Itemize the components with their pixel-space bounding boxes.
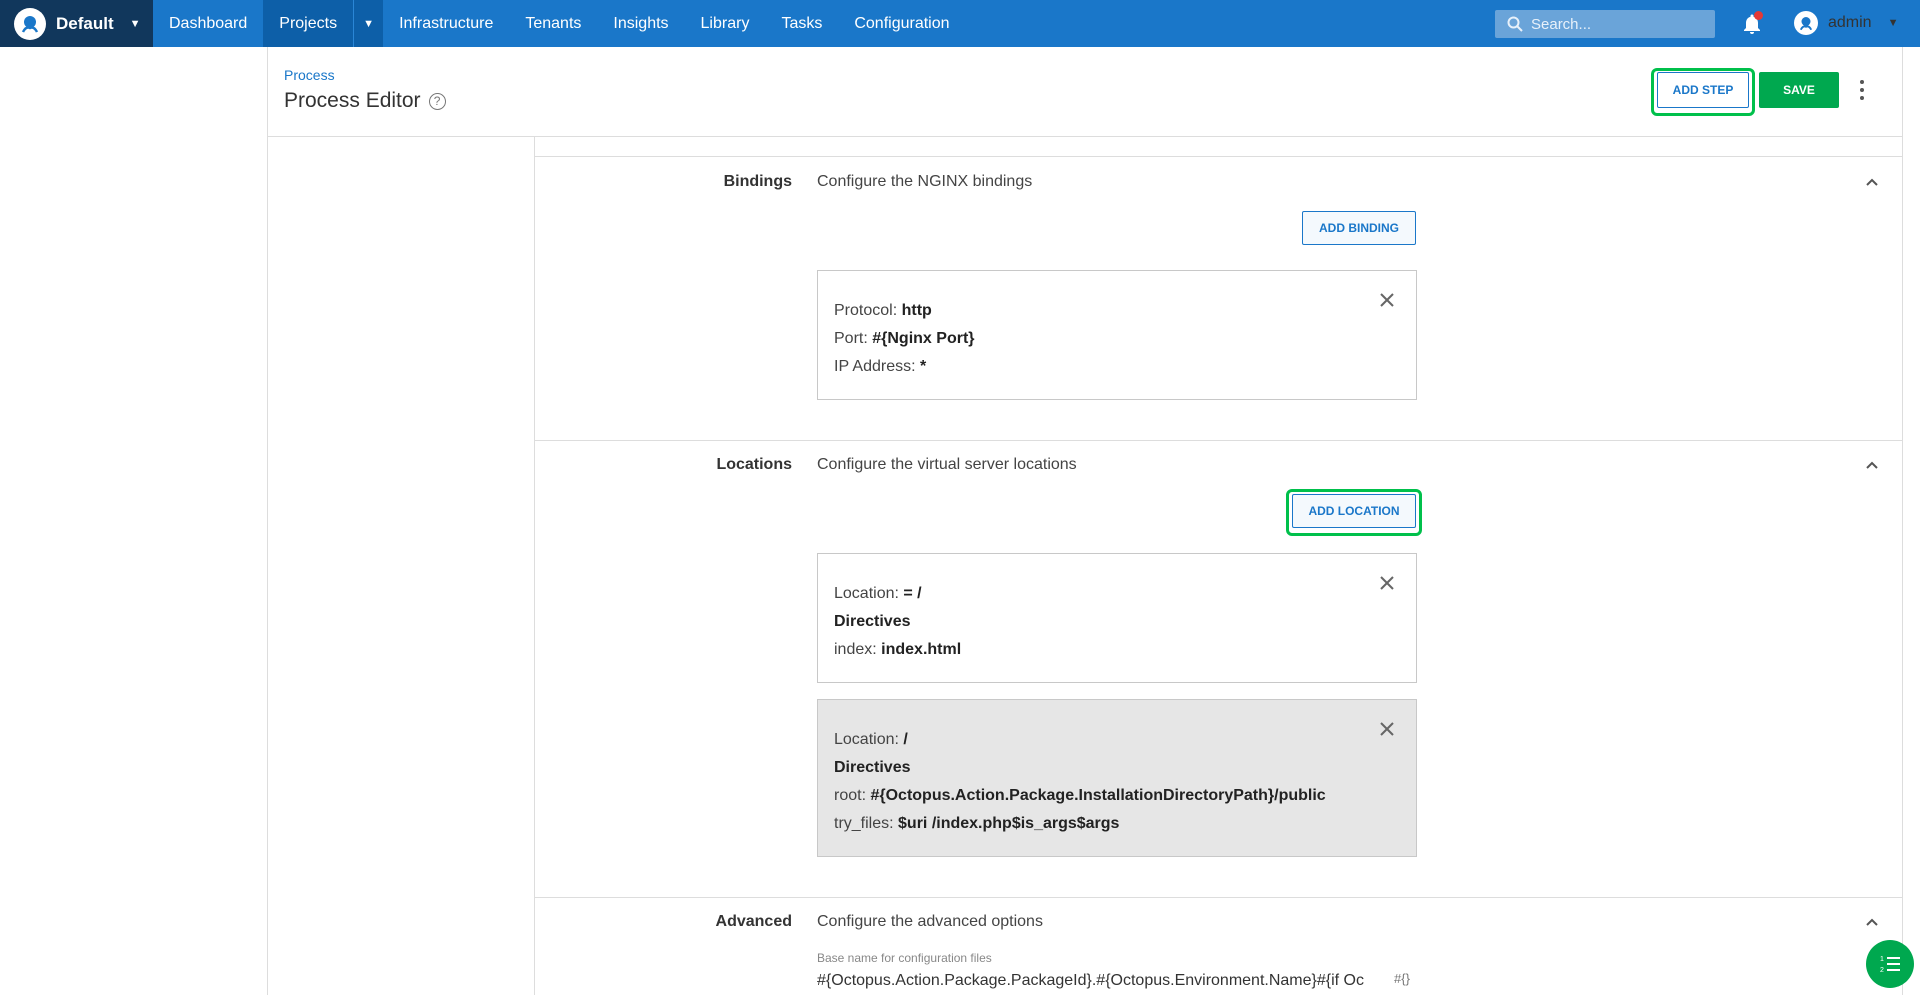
binding-protocol: Protocol: http xyxy=(834,302,932,319)
space-switcher[interactable]: Default ▼ xyxy=(0,0,153,47)
nav-tenants[interactable]: Tenants xyxy=(509,0,597,47)
directive-line: index: index.html xyxy=(834,641,962,658)
location-card[interactable]: Location: / Directives root: #{Octopus.A… xyxy=(817,699,1417,857)
directive-line: root: #{Octopus.Action.Package.Installat… xyxy=(834,787,1326,804)
more-options-icon[interactable] xyxy=(1855,78,1869,102)
advanced-label: Advanced xyxy=(715,913,792,930)
user-name: admin xyxy=(1828,14,1872,31)
svg-text:2: 2 xyxy=(1880,967,1884,974)
step-list-fab-button[interactable]: 1 2 xyxy=(1866,940,1914,988)
close-icon[interactable] xyxy=(1378,574,1396,592)
chevron-down-icon: ▼ xyxy=(129,17,141,30)
breadcrumb[interactable]: Process xyxy=(284,67,335,83)
binding-card[interactable]: Protocol: http Port: #{Nginx Port} IP Ad… xyxy=(817,270,1417,400)
help-icon[interactable]: ? xyxy=(428,92,446,110)
bindings-description: Configure the NGINX bindings xyxy=(817,173,1033,190)
projects-dropdown-chevron-icon[interactable]: ▼ xyxy=(353,0,384,47)
location-path: Location: / xyxy=(834,731,908,748)
chevron-up-icon[interactable] xyxy=(1864,174,1880,190)
chevron-up-icon[interactable] xyxy=(1864,457,1880,473)
search-input[interactable]: Search... xyxy=(1495,10,1715,38)
section-divider xyxy=(535,897,1902,898)
locations-description: Configure the virtual server locations xyxy=(817,456,1077,473)
save-button[interactable]: SAVE xyxy=(1759,72,1839,108)
add-step-button[interactable]: ADD STEP xyxy=(1657,72,1749,108)
space-name: Default xyxy=(56,13,114,33)
user-menu[interactable]: admin ▼ xyxy=(1794,11,1898,35)
page-title: Process Editor ? xyxy=(284,89,446,113)
search-icon xyxy=(1507,16,1523,32)
close-icon[interactable] xyxy=(1378,720,1396,738)
notification-badge xyxy=(1754,11,1763,20)
right-gutter-divider xyxy=(1902,47,1903,995)
nav-projects[interactable]: Projects xyxy=(263,0,354,47)
section-divider xyxy=(535,156,1902,157)
chevron-down-icon: ▼ xyxy=(1887,17,1899,29)
binding-port: Port: #{Nginx Port} xyxy=(834,330,975,347)
nav-dashboard[interactable]: Dashboard xyxy=(153,0,263,47)
directive-line: try_files: $uri /index.php$is_args$args xyxy=(834,815,1120,832)
step-list-divider xyxy=(534,137,535,995)
page-title-text: Process Editor xyxy=(284,89,421,112)
advanced-description: Configure the advanced options xyxy=(817,913,1043,930)
nav-configuration[interactable]: Configuration xyxy=(838,0,965,47)
svg-text:1: 1 xyxy=(1880,956,1884,963)
locations-label: Locations xyxy=(716,456,792,473)
add-location-button[interactable]: ADD LOCATION xyxy=(1292,494,1416,528)
nav-tasks[interactable]: Tasks xyxy=(765,0,838,47)
base-name-input[interactable]: #{Octopus.Action.Package.PackageId}.#{Oc… xyxy=(817,972,1379,990)
directives-heading: Directives xyxy=(834,759,911,776)
section-divider xyxy=(535,440,1902,441)
variable-insert-icon[interactable]: #{} xyxy=(1394,971,1410,986)
location-path: Location: = / xyxy=(834,585,922,602)
directives-heading: Directives xyxy=(834,613,911,630)
search-placeholder: Search... xyxy=(1531,15,1592,33)
left-gutter-divider xyxy=(267,47,268,995)
binding-ip-address: IP Address: * xyxy=(834,358,927,375)
add-binding-button[interactable]: ADD BINDING xyxy=(1302,211,1416,245)
chevron-up-icon[interactable] xyxy=(1864,914,1880,930)
nav-infrastructure[interactable]: Infrastructure xyxy=(383,0,509,47)
octopus-logo-icon xyxy=(14,7,46,40)
nav-library[interactable]: Library xyxy=(685,0,766,47)
avatar xyxy=(1794,11,1818,35)
bindings-label: Bindings xyxy=(723,173,792,190)
base-name-field-label: Base name for configuration files xyxy=(817,951,992,965)
location-card[interactable]: Location: = / Directives index: index.ht… xyxy=(817,553,1417,683)
numbered-list-icon: 1 2 xyxy=(1880,956,1900,974)
nav-insights[interactable]: Insights xyxy=(597,0,684,47)
close-icon[interactable] xyxy=(1378,291,1396,309)
